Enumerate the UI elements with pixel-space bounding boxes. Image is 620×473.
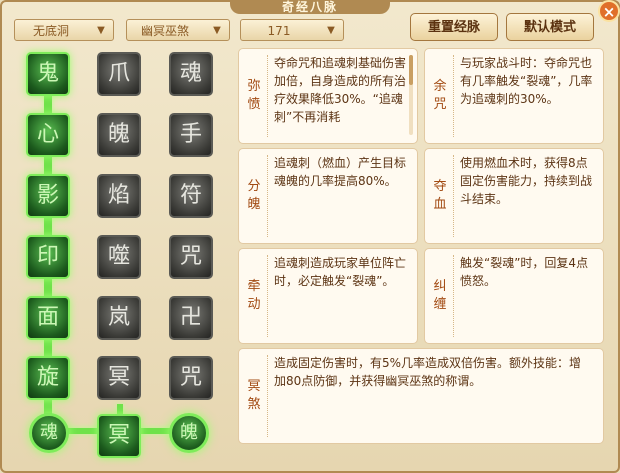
default-mode-button[interactable]: 默认模式 [506, 13, 594, 41]
trait-card[interactable]: 夺血 使用燃血术时，获得8点固定伤害能力，持续到战斗结束。 [424, 148, 604, 244]
trait-name: 分魄 [247, 179, 261, 212]
trait-description: 触发“裂魂”时，回复4点愤怒。 [460, 256, 589, 288]
root-node-center[interactable]: 冥 [97, 414, 141, 458]
school-dropdown[interactable]: 无底洞 ▼ [14, 19, 114, 41]
divider [267, 155, 268, 237]
chevron-down-icon: ▼ [213, 25, 221, 36]
scrollbar[interactable] [409, 55, 413, 135]
skill-slot-icon[interactable]: 噬 [97, 235, 141, 279]
trait-description: 造成固定伤害时，有5%几率造成双倍伤害。额外技能：增加80点防御，并获得幽冥巫煞… [274, 356, 582, 388]
divider [267, 355, 268, 437]
path-dropdown[interactable]: 幽冥巫煞 ▼ [126, 19, 230, 41]
divider [453, 55, 454, 137]
trait-name: 余咒 [433, 79, 447, 112]
skill-slot-icon[interactable]: 咒 [169, 356, 213, 400]
trait-description: 追魂刺造成玩家单位阵亡时，必定触发“裂魂”。 [274, 256, 407, 288]
level-dropdown[interactable]: 171 ▼ [240, 19, 344, 41]
skill-slot-icon[interactable]: 手 [169, 113, 213, 157]
trait-name: 弥愤 [247, 79, 261, 112]
skill-slot-icon[interactable]: 心 [26, 113, 70, 157]
trait-name: 冥煞 [247, 379, 261, 412]
trait-card[interactable]: 余咒 与玩家战斗时：夺命咒也有几率触发“裂魂”，几率为追魂刺的30%。 [424, 48, 604, 144]
divider [267, 55, 268, 137]
skill-slot-icon[interactable]: 冥 [97, 356, 141, 400]
skill-slot-icon[interactable]: 魂 [169, 52, 213, 96]
divider [267, 255, 268, 337]
root-node-left[interactable]: 魂 [29, 413, 69, 453]
skill-slot-icon[interactable]: 岚 [97, 296, 141, 340]
school-dropdown-value: 无底洞 [32, 24, 69, 38]
skill-slot-icon[interactable]: 咒 [169, 235, 213, 279]
skill-slot-icon[interactable]: 印 [26, 235, 70, 279]
root-node-right[interactable]: 魄 [169, 413, 209, 453]
trait-description: 使用燃血术时，获得8点固定伤害能力，持续到战斗结束。 [460, 156, 593, 206]
trait-card[interactable]: 牵动 追魂刺造成玩家单位阵亡时，必定触发“裂魂”。 [238, 248, 418, 344]
trait-card[interactable]: 纠缠 触发“裂魂”时，回复4点愤怒。 [424, 248, 604, 344]
skill-slot-icon[interactable]: 卍 [169, 296, 213, 340]
chevron-down-icon: ▼ [97, 25, 105, 36]
path-dropdown-value: 幽冥巫煞 [140, 24, 189, 38]
reset-meridian-button[interactable]: 重置经脉 [410, 13, 498, 41]
trait-description: 夺命咒和追魂刺基础伤害加倍，自身造成的所有治疗效果降低30%。“追魂刺”不再消耗 [274, 56, 407, 124]
trait-card[interactable]: 分魄 追魂刺（燃血）产生目标魂魄的几率提高80%。 [238, 148, 418, 244]
divider [453, 155, 454, 237]
skill-slot-icon[interactable]: 面 [26, 296, 70, 340]
skill-slot-icon[interactable]: 符 [169, 174, 213, 218]
skill-slot-icon[interactable]: 旋 [26, 356, 70, 400]
trait-name: 牵动 [247, 279, 261, 312]
trait-name: 纠缠 [433, 279, 447, 312]
skill-slot-icon[interactable]: 影 [26, 174, 70, 218]
level-dropdown-value: 171 [267, 24, 291, 38]
skill-slot-icon[interactable]: 魄 [97, 113, 141, 157]
trait-description: 追魂刺（燃血）产生目标魂魄的几率提高80%。 [274, 156, 407, 188]
close-button[interactable]: × [598, 0, 620, 22]
final-trait-card[interactable]: 冥煞 造成固定伤害时，有5%几率造成双倍伤害。额外技能：增加80点防御，并获得幽… [238, 348, 604, 444]
window-title: 奇经八脉 [230, 0, 390, 14]
trait-name: 夺血 [433, 179, 447, 212]
trait-description: 与玩家战斗时：夺命咒也有几率触发“裂魂”，几率为追魂刺的30%。 [460, 56, 593, 106]
scrollbar-thumb[interactable] [409, 55, 413, 85]
trait-card[interactable]: 弥愤 夺命咒和追魂刺基础伤害加倍，自身造成的所有治疗效果降低30%。“追魂刺”不… [238, 48, 418, 144]
skill-slot-icon[interactable]: 爪 [97, 52, 141, 96]
divider [453, 255, 454, 337]
skill-slot-icon[interactable]: 鬼 [26, 52, 70, 96]
skill-slot-icon[interactable]: 焰 [97, 174, 141, 218]
chevron-down-icon: ▼ [327, 25, 335, 36]
